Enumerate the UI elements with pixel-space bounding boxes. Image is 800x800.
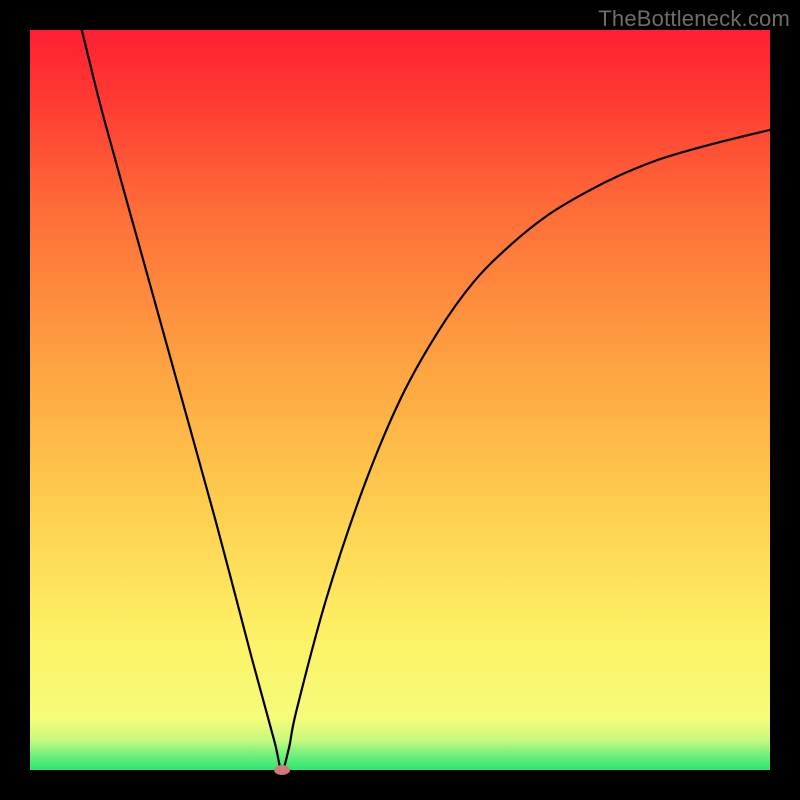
bottleneck-curve: [30, 30, 770, 770]
watermark-label: TheBottleneck.com: [598, 6, 790, 32]
minimum-point-marker: [274, 765, 290, 775]
plot-area: [30, 30, 770, 770]
chart-frame: TheBottleneck.com: [0, 0, 800, 800]
